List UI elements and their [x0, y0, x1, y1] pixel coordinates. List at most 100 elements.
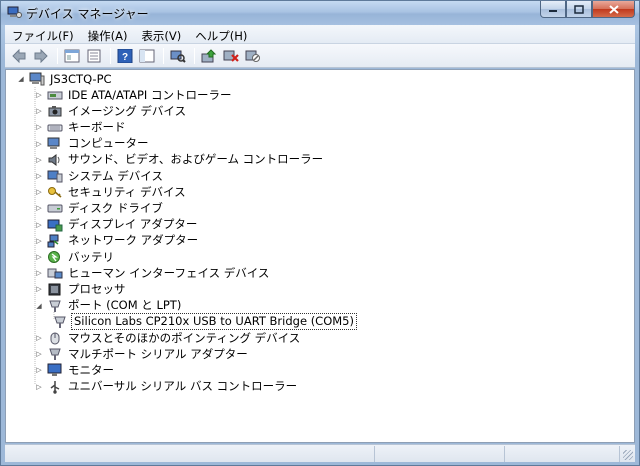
tree-category-item[interactable]: ▷ ディスク ドライブ: [34, 200, 165, 216]
expand-arrow-icon[interactable]: ▷: [34, 90, 44, 100]
uninstall-button[interactable]: [221, 46, 241, 66]
tree-item-label: バッテリ: [68, 249, 114, 264]
expand-arrow-icon[interactable]: ▷: [34, 252, 44, 262]
close-icon: [608, 4, 619, 14]
menu-bar: ファイル(F) 操作(A) 表示(V) ヘルプ(H): [5, 25, 635, 44]
device-tree[interactable]: ◢ JS3CTQ-PC ▷ IDE ATA/ATAPI コントローラー ▷ イメージン…: [5, 69, 635, 443]
tree-category-item[interactable]: ▷ モニター: [34, 362, 116, 378]
key-icon: [48, 187, 62, 198]
tree-category-item[interactable]: ▷ バッテリ: [34, 249, 116, 265]
computer-icon: [29, 72, 45, 86]
tree-category-item[interactable]: ▷ ディスプレイ アダプター: [34, 217, 199, 233]
maximize-button[interactable]: [566, 1, 592, 18]
tree-category-item[interactable]: ▷ プロセッサ: [34, 281, 128, 297]
computer-icon: [47, 137, 60, 149]
expand-arrow-icon[interactable]: ▷: [34, 382, 44, 392]
tree-device-item[interactable]: Silicon Labs CP210x USB to UART Bridge (…: [52, 313, 357, 331]
status-segment: [505, 446, 620, 462]
scan-hardware-button[interactable]: [168, 46, 188, 66]
tree-item-label: マウスとそのほかのポインティング デバイス: [68, 330, 301, 345]
tree-category-item[interactable]: ▷ ユニバーサル シリアル バス コントローラー: [34, 379, 299, 395]
system-icon: [47, 170, 63, 183]
properties-view-icon: [64, 49, 80, 62]
close-button[interactable]: [592, 1, 635, 18]
tree-item-label: キーボード: [68, 119, 126, 134]
monitor-icon: [47, 363, 62, 377]
expand-arrow-icon[interactable]: ▷: [34, 171, 44, 181]
tree-category-item[interactable]: ▷ ヒューマン インターフェイス デバイス: [34, 265, 271, 281]
tree-category-item[interactable]: ▷ キーボード: [34, 119, 128, 135]
tree-category-item[interactable]: ▷ サウンド、ビデオ、およびゲーム コントローラー: [34, 152, 325, 168]
display-icon: [47, 219, 63, 232]
tree-item-label: ディスプレイ アダプター: [68, 217, 198, 232]
scan-hardware-icon: [170, 50, 186, 63]
tree-category-item[interactable]: ▷ マルチポート シリアル アダプター: [34, 346, 250, 362]
expand-arrow-icon[interactable]: ▷: [34, 106, 44, 116]
port-device-icon: [54, 316, 66, 328]
update-driver-icon: [201, 48, 217, 62]
mouse-icon: [50, 332, 60, 345]
tree-category-item[interactable]: ▷ IDE ATA/ATAPI コントローラー: [34, 87, 233, 103]
tree-category-item[interactable]: ▷ セキュリティ デバイス: [34, 184, 188, 200]
forward-button[interactable]: [31, 46, 51, 66]
tree-category-item[interactable]: ▷ ネットワーク アダプター: [34, 233, 200, 249]
tree-category-item[interactable]: ▷ コンピューター: [34, 136, 151, 152]
expand-arrow-icon[interactable]: ▷: [34, 268, 44, 278]
expand-arrow-icon[interactable]: ▷: [34, 139, 44, 149]
disable-icon: [245, 50, 260, 62]
menu-file[interactable]: ファイル(F): [5, 25, 81, 44]
tree-root-label: JS3CTQ-PC: [50, 71, 112, 86]
battery-icon: [48, 251, 60, 263]
tree-category-item[interactable]: ◢ ポート (COM と LPT): [34, 298, 183, 314]
network-icon: [47, 234, 59, 248]
tree-category-item[interactable]: ▷ システム デバイス: [34, 168, 165, 184]
expand-arrow-icon[interactable]: ▷: [34, 155, 44, 165]
toolbar-separator: [57, 47, 58, 64]
expand-arrow-icon[interactable]: ▷: [34, 333, 44, 343]
expand-arrow-icon[interactable]: ▷: [34, 236, 44, 246]
expand-arrow-icon[interactable]: ▷: [34, 284, 44, 294]
help-button[interactable]: ?: [115, 46, 135, 66]
back-icon: [12, 48, 26, 63]
tree-view-button[interactable]: [137, 46, 157, 66]
maximize-icon: [574, 4, 584, 14]
list-view-button[interactable]: [84, 46, 104, 66]
tree-category-item[interactable]: ▷ イメージング デバイス: [34, 103, 188, 119]
keyboard-icon: [47, 124, 63, 132]
update-driver-button[interactable]: [199, 46, 219, 66]
toolbar-separator: [163, 47, 164, 64]
multiport-icon: [49, 348, 61, 361]
back-button[interactable]: [9, 46, 29, 66]
collapse-arrow-icon[interactable]: ◢: [34, 301, 44, 311]
tree-item-label: ネットワーク アダプター: [68, 233, 199, 248]
expand-arrow-icon[interactable]: ▷: [34, 349, 44, 359]
tree-item-label: ディスク ドライブ: [68, 200, 163, 215]
ide-icon: [47, 91, 63, 100]
expand-arrow-icon[interactable]: ▷: [34, 365, 44, 375]
port-icon: [49, 300, 61, 312]
minimize-button[interactable]: [540, 1, 566, 18]
toolbar-separator: [194, 47, 195, 64]
tree-item-label: システム デバイス: [68, 168, 163, 183]
toolbar: ?: [5, 44, 635, 68]
speaker-icon: [48, 153, 60, 166]
expand-arrow-icon[interactable]: ▷: [34, 122, 44, 132]
help-icon: ?: [117, 48, 133, 63]
tree-category-item[interactable]: ▷ マウスとそのほかのポインティング デバイス: [34, 330, 302, 346]
properties-view-button[interactable]: [62, 46, 82, 66]
collapse-arrow-icon[interactable]: ◢: [16, 74, 26, 84]
tree-item-label: IDE ATA/ATAPI コントローラー: [68, 87, 232, 102]
expand-arrow-icon[interactable]: ▷: [34, 220, 44, 230]
expand-arrow-icon[interactable]: ▷: [34, 203, 44, 213]
hid-icon: [47, 268, 63, 279]
disable-button[interactable]: [243, 46, 263, 66]
tree-root[interactable]: ◢ JS3CTQ-PC: [16, 71, 114, 87]
menu-action[interactable]: 操作(A): [81, 25, 135, 44]
disk-icon: [47, 204, 63, 213]
menu-help[interactable]: ヘルプ(H): [188, 25, 254, 44]
title-bar[interactable]: デバイス マネージャー: [1, 1, 639, 25]
menu-view[interactable]: 表示(V): [134, 25, 188, 44]
svg-text:?: ?: [122, 52, 128, 63]
resize-grip[interactable]: [623, 450, 633, 460]
expand-arrow-icon[interactable]: ▷: [34, 187, 44, 197]
